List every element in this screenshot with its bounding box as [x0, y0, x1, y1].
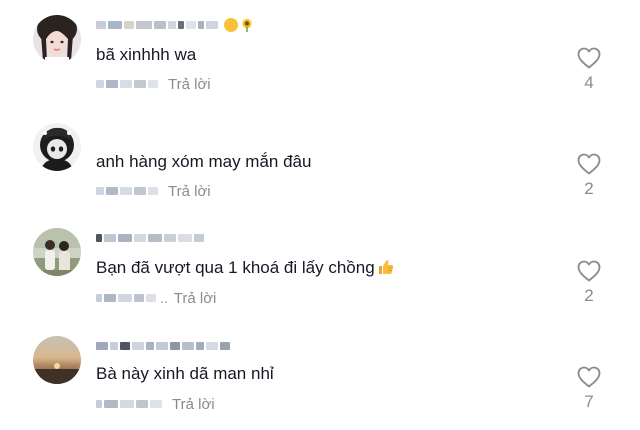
comment-meta: .. Trả lời — [96, 290, 217, 307]
avatar[interactable] — [33, 15, 81, 63]
comment-meta: Trả lời — [96, 76, 211, 93]
sunflower-emoji-icon — [240, 18, 254, 32]
reply-link[interactable]: Trả lời — [172, 396, 215, 413]
comment-text: bã xinhhh wa — [96, 45, 197, 64]
dots-text: .. — [160, 290, 168, 306]
heart-eyes-emoji-icon — [224, 18, 238, 32]
username-masked[interactable] — [96, 340, 230, 352]
comment-item: anh hàng xóm may mắn đâu Trả lời 2 — [0, 108, 640, 208]
heart-outline-icon[interactable] — [577, 260, 601, 282]
comment-text: anh hàng xóm may mắn đâu — [96, 152, 312, 171]
like-count: 2 — [584, 179, 594, 198]
comment-text: Bạn đã vượt qua 1 khoá đi lấy chồng — [96, 258, 395, 278]
comment-text: Bà này xinh dã man nhỉ — [96, 364, 274, 383]
comment-item: Bà này xinh dã man nhỉ Trả lời 7 — [0, 326, 640, 426]
username-masked[interactable] — [96, 18, 254, 32]
reply-link[interactable]: Trả lời — [168, 183, 211, 200]
comment-item: Bạn đã vượt qua 1 khoá đi lấy chồng .. T… — [0, 216, 640, 316]
reply-link[interactable]: Trả lời — [168, 76, 211, 93]
like-count: 2 — [584, 286, 594, 305]
comment-meta: Trả lời — [96, 396, 215, 413]
heart-outline-icon[interactable] — [577, 153, 601, 175]
comment-item: bã xinhhh wa Trả lời 4 — [0, 0, 640, 100]
like-count: 7 — [584, 392, 594, 411]
reply-link[interactable]: Trả lời — [174, 290, 217, 307]
avatar[interactable] — [33, 336, 81, 384]
like-count: 4 — [584, 73, 594, 92]
heart-outline-icon[interactable] — [577, 366, 601, 388]
avatar[interactable] — [33, 123, 81, 171]
thumbs-up-icon — [377, 258, 395, 276]
heart-outline-icon[interactable] — [577, 47, 601, 69]
comment-meta: Trả lời — [96, 183, 211, 200]
username-masked[interactable] — [96, 232, 204, 244]
avatar[interactable] — [33, 228, 81, 276]
comment-text-body: Bạn đã vượt qua 1 khoá đi lấy chồng — [96, 258, 375, 277]
